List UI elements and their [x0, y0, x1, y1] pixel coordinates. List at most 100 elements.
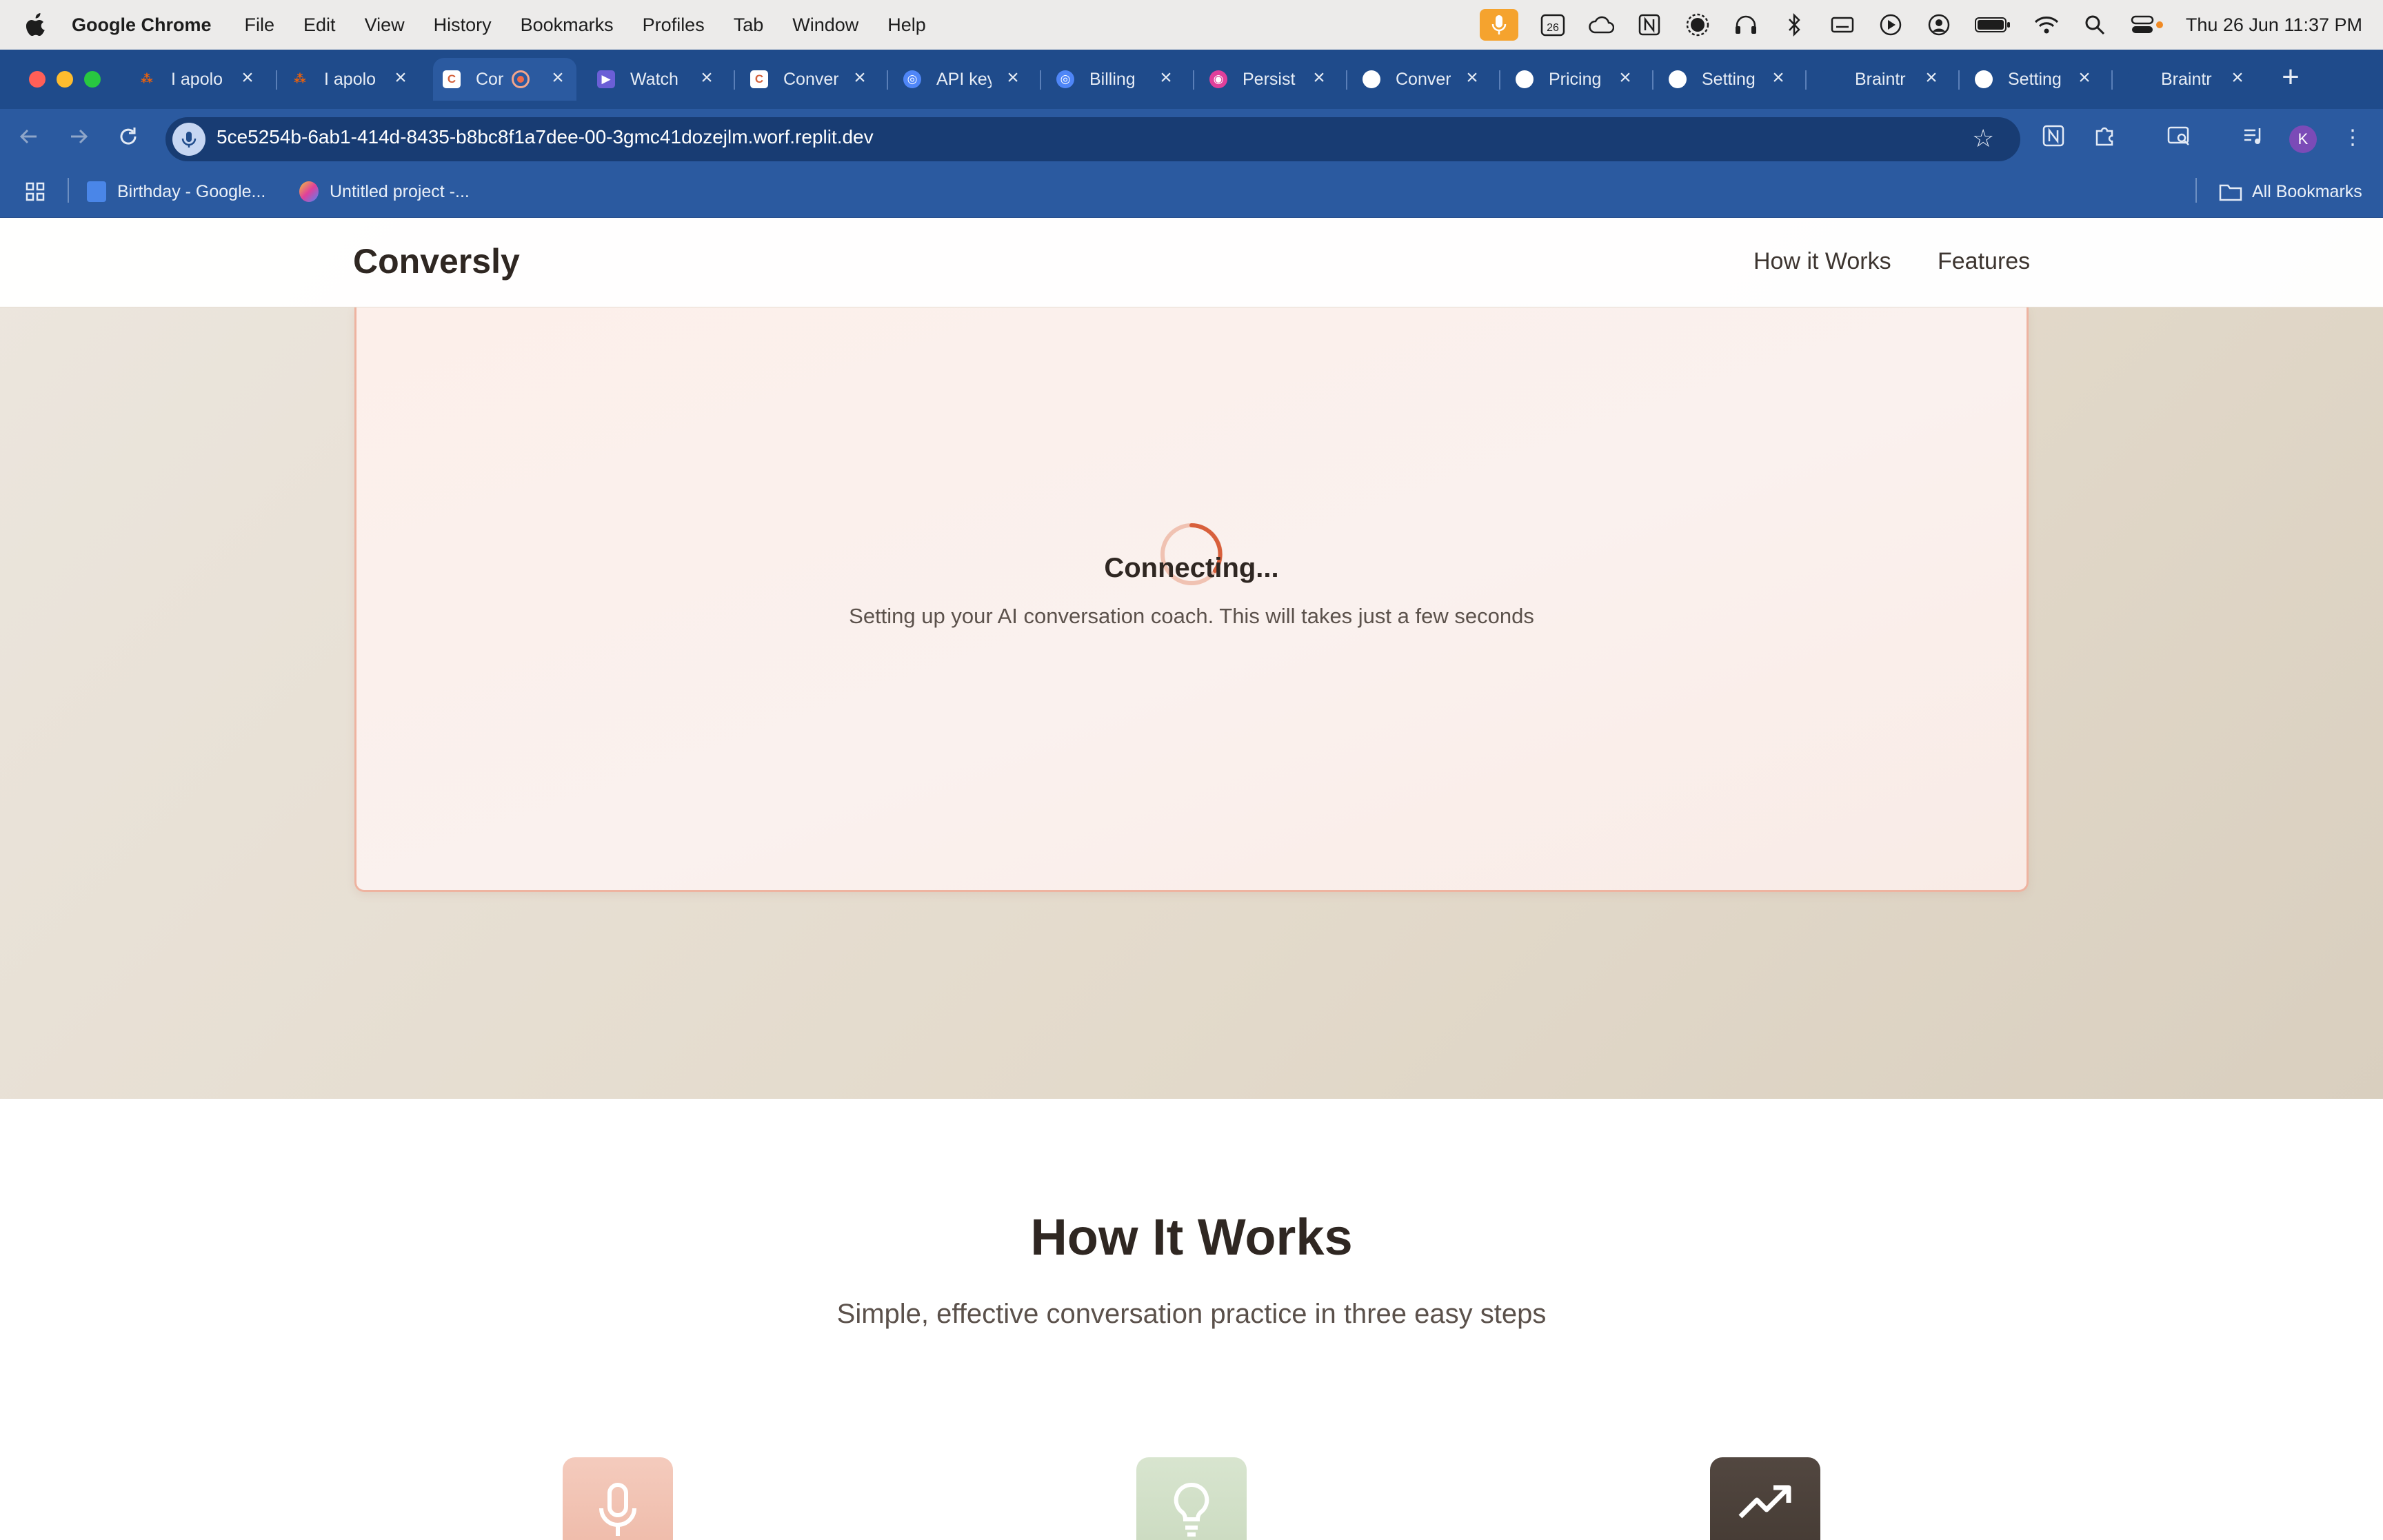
calendar-icon[interactable]: 26 [1539, 11, 1567, 39]
folder-icon [2219, 184, 2242, 201]
tab-4[interactable]: ▶ Watch × [587, 58, 725, 101]
tab-search-icon[interactable] [2165, 124, 2193, 152]
nav-how-it-works[interactable]: How it Works [1753, 248, 1891, 275]
user-circle-icon[interactable] [1925, 11, 1953, 39]
reload-button[interactable] [114, 125, 142, 152]
profile-avatar[interactable]: K [2289, 125, 2317, 153]
tab-3-active[interactable]: C Cor × [433, 58, 576, 101]
tab-7[interactable]: ◎ Billing × [1047, 58, 1185, 101]
back-button[interactable] [15, 125, 43, 152]
web-page: Connecting... Setting up your AI convers… [0, 218, 2383, 1540]
tab-close-icon[interactable]: × [1921, 68, 1942, 88]
control-center-icon[interactable] [2129, 11, 2165, 39]
apple-icon[interactable] [26, 13, 47, 37]
tab-title: Conver [783, 69, 838, 89]
eye-icon[interactable] [1684, 11, 1711, 39]
bookmark-untitled-project[interactable]: Untitled project -... [299, 178, 470, 205]
tab-close-icon[interactable]: × [1309, 68, 1329, 88]
media-control-icon[interactable] [2240, 124, 2267, 152]
tab-close-icon[interactable]: × [2227, 68, 2248, 88]
tab-14[interactable]: Braintr × [2118, 58, 2256, 101]
lightbulb-icon [1174, 1482, 1209, 1537]
window-close-button[interactable] [29, 71, 46, 88]
bookmark-star-icon[interactable]: ☆ [1972, 124, 1994, 153]
tab-6[interactable]: ◎ API key × [894, 58, 1032, 101]
tab-close-icon[interactable]: × [2074, 68, 2095, 88]
tab-close-icon[interactable]: × [1003, 68, 1023, 88]
all-bookmarks-button[interactable]: All Bookmarks [2219, 178, 2362, 205]
microphone-status-icon[interactable] [1479, 9, 1518, 41]
nav-features[interactable]: Features [1938, 248, 2030, 275]
play-circle-icon[interactable] [1877, 11, 1904, 39]
how-it-works-subtitle: Simple, effective conversation practice … [836, 1299, 1547, 1329]
site-mic-permission-icon[interactable] [172, 123, 205, 156]
tab-5[interactable]: C Conver × [741, 58, 878, 101]
globe-favicon-icon: ◎ [903, 70, 921, 88]
bookmark-label: Birthday - Google... [117, 181, 266, 201]
clock[interactable]: Thu 26 Jun 11:37 PM [2186, 14, 2362, 36]
wifi-icon[interactable] [2033, 11, 2060, 39]
cloud-icon[interactable] [1587, 11, 1615, 39]
menu-view[interactable]: View [365, 14, 405, 36]
tab-title: Billing [1089, 69, 1136, 89]
tab-close-icon[interactable]: × [849, 68, 870, 88]
tab-close-icon[interactable]: × [1615, 68, 1636, 88]
menu-bookmarks[interactable]: Bookmarks [521, 14, 614, 36]
tab-9[interactable]: Conver × [1353, 58, 1491, 101]
tab-8[interactable]: ◉ Persist × [1200, 58, 1338, 101]
tab-close-icon[interactable]: × [1462, 68, 1482, 88]
tab-close-icon[interactable]: × [390, 68, 411, 88]
conversly-favicon-icon: C [750, 70, 768, 88]
braintrust-favicon-icon [2128, 70, 2146, 88]
tab-12[interactable]: Braintr × [1812, 58, 1950, 101]
notion-icon[interactable] [1636, 11, 1663, 39]
tab-title: Cor [476, 69, 503, 89]
menu-profiles[interactable]: Profiles [643, 14, 705, 36]
google-docs-icon [87, 181, 106, 202]
trending-up-icon [1738, 1485, 1791, 1519]
menu-edit[interactable]: Edit [303, 14, 336, 36]
tab-close-icon[interactable]: × [1768, 68, 1789, 88]
chat-favicon-icon [1669, 70, 1687, 88]
bluetooth-icon[interactable] [1780, 11, 1808, 39]
battery-icon[interactable] [1973, 11, 2012, 39]
search-icon[interactable] [2081, 11, 2109, 39]
connecting-subtitle: Setting up your AI conversation coach. T… [849, 604, 1534, 628]
tab-title: Conver [1396, 69, 1451, 89]
tab-11[interactable]: Setting × [1659, 58, 1797, 101]
tab-close-icon[interactable]: × [1156, 68, 1176, 88]
forward-button[interactable] [65, 125, 92, 152]
menu-app-name[interactable]: Google Chrome [72, 14, 212, 36]
session-card [354, 307, 2029, 892]
site-logo[interactable]: Conversly [353, 241, 520, 281]
tab-close-icon[interactable]: × [696, 68, 717, 88]
chat-favicon-icon [1363, 70, 1380, 88]
window-zoom-button[interactable] [84, 71, 101, 88]
window-minimize-button[interactable] [57, 71, 73, 88]
braintrust-favicon-icon [1822, 70, 1840, 88]
notion-extension-icon[interactable] [2040, 124, 2067, 152]
tab-13[interactable]: Setting × [1965, 58, 2103, 101]
menu-tab[interactable]: Tab [734, 14, 764, 36]
tab-close-icon[interactable]: × [237, 68, 258, 88]
microphone-icon [599, 1483, 636, 1536]
tab-1[interactable]: ⁂ I apolo × [128, 58, 266, 101]
step-2-card [1136, 1457, 1247, 1540]
new-tab-button[interactable]: + [2275, 62, 2306, 92]
replit-favicon-icon: ⁂ [141, 72, 153, 85]
headphones-icon[interactable] [1732, 11, 1760, 39]
bookmark-birthday[interactable]: Birthday - Google... [87, 178, 265, 205]
menu-help[interactable]: Help [887, 14, 926, 36]
menu-file[interactable]: File [245, 14, 275, 36]
tab-2[interactable]: ⁂ I apolo × [281, 58, 419, 101]
tab-10[interactable]: Pricing × [1506, 58, 1644, 101]
menu-window[interactable]: Window [792, 14, 858, 36]
all-bookmarks-label: All Bookmarks [2252, 181, 2362, 201]
tab-close-icon[interactable]: × [547, 68, 568, 88]
extensions-puzzle-icon[interactable] [2091, 124, 2118, 152]
menu-history[interactable]: History [434, 14, 492, 36]
apps-grid-icon[interactable] [25, 178, 46, 205]
more-menu-icon[interactable]: ⋮ [2339, 124, 2366, 152]
url-text[interactable]: 5ce5254b-6ab1-414d-8435-b8bc8f1a7dee-00-… [217, 126, 874, 148]
keyboard-icon[interactable] [1829, 11, 1856, 39]
